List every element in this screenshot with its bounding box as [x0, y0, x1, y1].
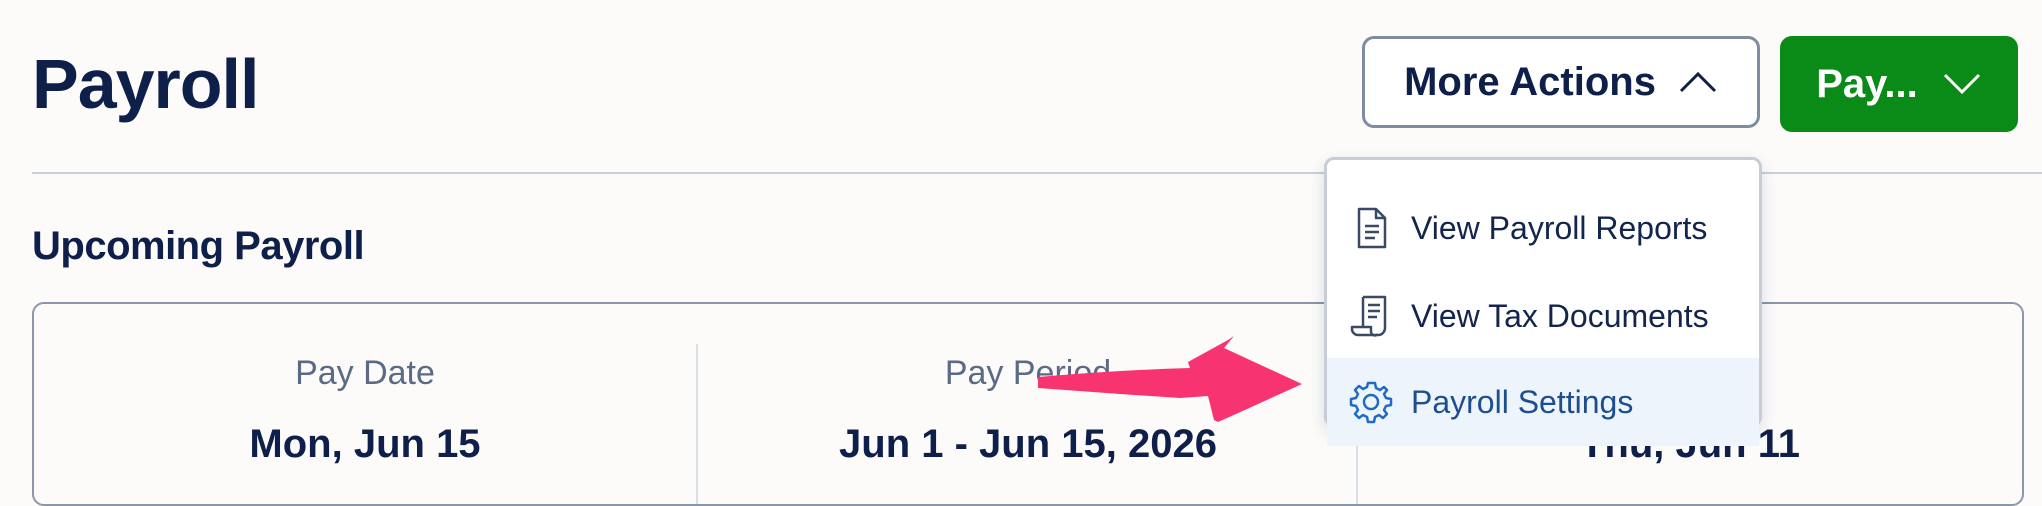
gear-icon: [1349, 381, 1393, 424]
more-actions-button[interactable]: More Actions: [1362, 36, 1760, 128]
more-actions-label: More Actions: [1404, 59, 1656, 104]
chevron-up-icon: [1679, 71, 1716, 93]
more-actions-menu: View Payroll Reports View Tax Documents …: [1324, 157, 1762, 446]
chevron-down-icon: [1943, 73, 1980, 95]
pay-button[interactable]: Pay...: [1780, 36, 2018, 132]
pay-date-value: Mon, Jun 15: [249, 422, 481, 466]
pay-period-label: Pay Period: [944, 354, 1112, 392]
pay-period-value: Jun 1 - Jun 15, 2026: [839, 422, 1217, 466]
menu-item-label: Payroll Settings: [1411, 383, 1634, 420]
page-title: Payroll: [32, 45, 259, 123]
section-title: Upcoming Payroll: [32, 224, 365, 268]
menu-item-label: View Tax Documents: [1411, 297, 1709, 334]
pay-period-column: Pay Period Jun 1 - Jun 15, 2026: [698, 304, 1358, 504]
pay-date-column: Pay Date Mon, Jun 15: [34, 304, 696, 504]
menu-item-view-payroll-reports[interactable]: View Payroll Reports: [1327, 184, 1759, 272]
pay-date-label: Pay Date: [295, 354, 435, 392]
menu-item-payroll-settings[interactable]: Payroll Settings: [1327, 358, 1759, 446]
receipt-scroll-icon: [1350, 295, 1387, 337]
menu-item-view-tax-documents[interactable]: View Tax Documents: [1327, 272, 1759, 360]
document-icon: [1357, 207, 1387, 249]
menu-item-label: View Payroll Reports: [1411, 209, 1708, 246]
pay-label: Pay...: [1816, 61, 1918, 106]
